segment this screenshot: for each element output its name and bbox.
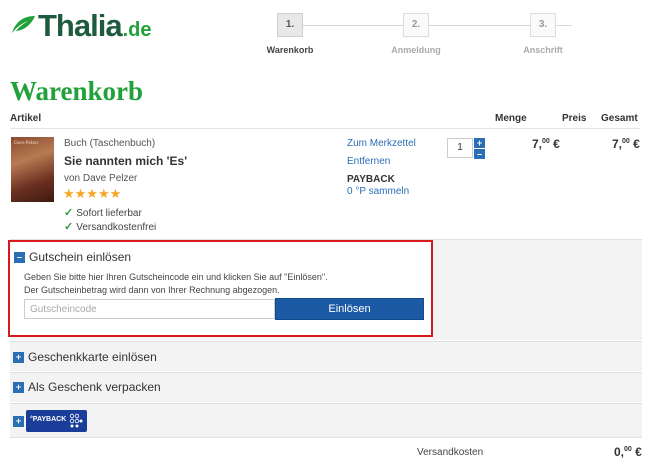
book-cover[interactable]: Dave Pelzer bbox=[11, 137, 54, 202]
column-header-article: Artikel bbox=[10, 113, 42, 124]
column-header-quantity: Menge bbox=[495, 113, 527, 124]
thalia-logo[interactable]: Thalia .de bbox=[10, 8, 152, 44]
shipping-main: 0, bbox=[614, 445, 625, 459]
payback-panel[interactable]: + bbox=[10, 403, 642, 438]
voucher-title[interactable]: Gutschein einlösen bbox=[29, 250, 131, 264]
step-label: Anschrift bbox=[523, 45, 563, 55]
cover-author: Dave Pelzer bbox=[14, 141, 39, 146]
plus-icon[interactable]: + bbox=[13, 352, 24, 363]
payback-dots-icon bbox=[69, 413, 83, 428]
quantity-decrease-button[interactable]: – bbox=[474, 149, 485, 159]
step-label: Warenkorb bbox=[266, 45, 314, 55]
payback-points: 0 °P sammeln bbox=[347, 186, 410, 197]
leaf-icon bbox=[12, 16, 35, 33]
giftwrap-label[interactable]: Als Geschenk verpacken bbox=[28, 380, 161, 394]
total-main: 7, bbox=[612, 137, 623, 151]
price-cents: 00 bbox=[542, 138, 550, 145]
product-type: Buch (Taschenbuch) bbox=[64, 138, 156, 149]
quantity-increase-button[interactable]: + bbox=[474, 138, 485, 148]
checkout-steps: 1. Warenkorb 2. Anmeldung 3. Anschrift bbox=[262, 13, 632, 63]
shipping-free: ✓ Versandkostenfrei bbox=[64, 220, 156, 233]
shipping-cost-label: Versandkosten bbox=[417, 447, 484, 458]
shipping-currency: € bbox=[635, 445, 642, 459]
total-price: 7,00 € bbox=[612, 137, 640, 151]
step-number: 3. bbox=[530, 13, 556, 37]
redeem-button[interactable]: Einlösen bbox=[275, 298, 424, 320]
giftwrap-panel[interactable]: + Als Geschenk verpacken bbox=[10, 372, 642, 402]
column-header-total: Gesamt bbox=[601, 113, 638, 124]
voucher-note: Der Gutscheinbetrag wird dann von Ihrer … bbox=[24, 285, 280, 295]
check-icon: ✓ bbox=[64, 207, 74, 219]
giftcard-panel[interactable]: + Geschenkkarte einlösen bbox=[10, 341, 642, 371]
unit-price: 7,00 € bbox=[532, 137, 560, 151]
payback-logo: °PAYBACK bbox=[26, 410, 87, 432]
payback-label: PAYBACK bbox=[347, 174, 395, 185]
availability: ✓ Sofort lieferbar bbox=[64, 206, 142, 219]
column-header-price: Preis bbox=[562, 113, 587, 124]
rating-stars: ★★★★★ bbox=[63, 186, 122, 201]
giftcard-label[interactable]: Geschenkkarte einlösen bbox=[28, 350, 157, 364]
divider bbox=[10, 128, 640, 129]
step-label: Anmeldung bbox=[391, 45, 441, 55]
step-number: 2. bbox=[403, 13, 429, 37]
product-author[interactable]: von Dave Pelzer bbox=[64, 173, 137, 184]
shipping-free-text: Versandkostenfrei bbox=[76, 222, 157, 233]
shipping-cost-value: 0,00 € bbox=[614, 445, 642, 459]
check-icon: ✓ bbox=[64, 221, 74, 233]
price-main: 7, bbox=[532, 137, 543, 151]
brand-tld: .de bbox=[122, 18, 152, 41]
minus-icon[interactable]: – bbox=[14, 252, 25, 263]
product-title[interactable]: Sie nannten mich 'Es' bbox=[64, 154, 187, 168]
availability-text: Sofort lieferbar bbox=[76, 208, 142, 219]
price-currency: € bbox=[553, 137, 560, 151]
remove-link[interactable]: Entfernen bbox=[347, 156, 390, 167]
shipping-cents: 00 bbox=[624, 446, 632, 453]
step-anschrift[interactable]: 3. Anschrift bbox=[503, 13, 583, 55]
voucher-panel: – Gutschein einlösen Geben Sie bitte hie… bbox=[8, 240, 433, 337]
payback-logo-text: °PAYBACK bbox=[30, 416, 67, 423]
page-title: Warenkorb bbox=[10, 76, 144, 106]
plus-icon[interactable]: + bbox=[13, 382, 24, 393]
brand-name: Thalia bbox=[38, 8, 123, 43]
plus-icon[interactable]: + bbox=[13, 416, 24, 427]
step-anmeldung[interactable]: 2. Anmeldung bbox=[376, 13, 456, 55]
total-cents: 00 bbox=[622, 138, 630, 145]
step-warenkorb[interactable]: 1. Warenkorb bbox=[250, 13, 330, 55]
voucher-instructions: Geben Sie bitte hier Ihren Gutscheincode… bbox=[24, 272, 328, 282]
watchlist-link[interactable]: Zum Merkzettel bbox=[347, 138, 416, 149]
voucher-code-input[interactable] bbox=[24, 299, 275, 319]
quantity-field[interactable]: 1 bbox=[447, 138, 473, 158]
total-currency: € bbox=[633, 137, 640, 151]
step-number: 1. bbox=[277, 13, 303, 37]
